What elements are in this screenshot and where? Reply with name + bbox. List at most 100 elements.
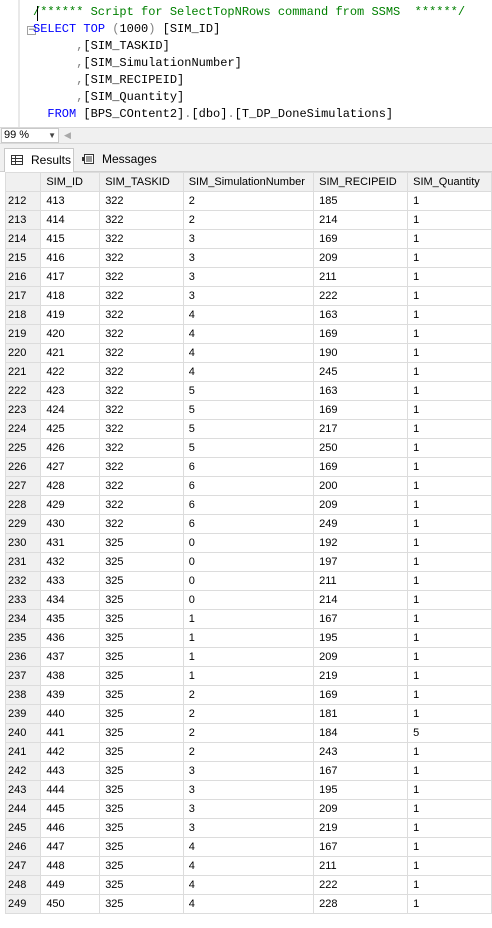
cell-sim-id[interactable]: 432 — [40, 552, 101, 572]
row-number[interactable]: 222 — [4, 381, 42, 401]
row-number[interactable]: 242 — [4, 761, 42, 781]
cell-sim-id[interactable]: 426 — [40, 438, 101, 458]
cell-sim-id[interactable]: 450 — [40, 894, 101, 914]
cell-sim-simulationnumber[interactable]: 5 — [182, 381, 315, 401]
cell-sim-simulationnumber[interactable]: 2 — [182, 685, 315, 705]
cell-sim-recipeid[interactable]: 211 — [313, 571, 409, 591]
cell-sim-simulationnumber[interactable]: 1 — [182, 609, 315, 629]
row-number[interactable]: 244 — [4, 799, 42, 819]
row-number[interactable]: 235 — [4, 628, 42, 648]
cell-sim-recipeid[interactable]: 185 — [313, 191, 409, 211]
cell-sim-quantity[interactable]: 1 — [407, 552, 492, 572]
cell-sim-taskid[interactable]: 322 — [99, 343, 184, 363]
cell-sim-id[interactable]: 435 — [40, 609, 101, 629]
cell-sim-simulationnumber[interactable]: 4 — [182, 875, 315, 895]
cell-sim-quantity[interactable]: 1 — [407, 362, 492, 382]
cell-sim-quantity[interactable]: 1 — [407, 438, 492, 458]
cell-sim-taskid[interactable]: 322 — [99, 286, 184, 306]
cell-sim-taskid[interactable]: 325 — [99, 723, 184, 743]
cell-sim-taskid[interactable]: 322 — [99, 495, 184, 515]
cell-sim-taskid[interactable]: 325 — [99, 647, 184, 667]
cell-sim-taskid[interactable]: 322 — [99, 324, 184, 344]
table-row[interactable]: 217 418 322 3 222 1 — [4, 286, 492, 306]
cell-sim-taskid[interactable]: 322 — [99, 210, 184, 230]
cell-sim-id[interactable]: 449 — [40, 875, 101, 895]
cell-sim-taskid[interactable]: 322 — [99, 514, 184, 534]
cell-sim-quantity[interactable]: 1 — [407, 381, 492, 401]
cell-sim-simulationnumber[interactable]: 6 — [182, 476, 315, 496]
row-number[interactable]: 227 — [4, 476, 42, 496]
cell-sim-id[interactable]: 437 — [40, 647, 101, 667]
row-number[interactable]: 249 — [4, 894, 42, 914]
cell-sim-simulationnumber[interactable]: 3 — [182, 267, 315, 287]
row-number[interactable]: 231 — [4, 552, 42, 572]
cell-sim-taskid[interactable]: 322 — [99, 400, 184, 420]
cell-sim-quantity[interactable]: 1 — [407, 628, 492, 648]
cell-sim-taskid[interactable]: 325 — [99, 837, 184, 857]
cell-sim-recipeid[interactable]: 245 — [313, 362, 409, 382]
cell-sim-simulationnumber[interactable]: 5 — [182, 419, 315, 439]
row-number[interactable]: 245 — [4, 818, 42, 838]
cell-sim-simulationnumber[interactable]: 5 — [182, 400, 315, 420]
cell-sim-recipeid[interactable]: 167 — [313, 837, 409, 857]
cell-sim-simulationnumber[interactable]: 2 — [182, 191, 315, 211]
cell-sim-recipeid[interactable]: 167 — [313, 761, 409, 781]
cell-sim-taskid[interactable]: 322 — [99, 191, 184, 211]
row-number[interactable]: 219 — [4, 324, 42, 344]
cell-sim-id[interactable]: 439 — [40, 685, 101, 705]
cell-sim-taskid[interactable]: 322 — [99, 381, 184, 401]
cell-sim-recipeid[interactable]: 169 — [313, 400, 409, 420]
cell-sim-simulationnumber[interactable]: 4 — [182, 324, 315, 344]
table-row[interactable]: 224 425 322 5 217 1 — [4, 419, 492, 439]
cell-sim-taskid[interactable]: 322 — [99, 267, 184, 287]
row-number[interactable]: 230 — [4, 533, 42, 553]
table-row[interactable]: 244 445 325 3 209 1 — [4, 799, 492, 819]
row-number[interactable]: 218 — [4, 305, 42, 325]
table-row[interactable]: 235 436 325 1 195 1 — [4, 628, 492, 648]
cell-sim-simulationnumber[interactable]: 1 — [182, 628, 315, 648]
cell-sim-simulationnumber[interactable]: 3 — [182, 248, 315, 268]
cell-sim-simulationnumber[interactable]: 4 — [182, 894, 315, 914]
row-number[interactable]: 241 — [4, 742, 42, 762]
cell-sim-taskid[interactable]: 325 — [99, 780, 184, 800]
cell-sim-taskid[interactable]: 325 — [99, 761, 184, 781]
cell-sim-id[interactable]: 422 — [40, 362, 101, 382]
cell-sim-taskid[interactable]: 322 — [99, 438, 184, 458]
cell-sim-simulationnumber[interactable]: 6 — [182, 457, 315, 477]
cell-sim-recipeid[interactable]: 214 — [313, 590, 409, 610]
cell-sim-recipeid[interactable]: 211 — [313, 856, 409, 876]
cell-sim-quantity[interactable]: 1 — [407, 191, 492, 211]
cell-sim-recipeid[interactable]: 195 — [313, 780, 409, 800]
cell-sim-taskid[interactable]: 325 — [99, 628, 184, 648]
cell-sim-simulationnumber[interactable]: 2 — [182, 723, 315, 743]
cell-sim-recipeid[interactable]: 184 — [313, 723, 409, 743]
column-header[interactable]: SIM_RECIPEID — [313, 172, 409, 192]
cell-sim-recipeid[interactable]: 190 — [313, 343, 409, 363]
cell-sim-recipeid[interactable]: 222 — [313, 286, 409, 306]
cell-sim-recipeid[interactable]: 250 — [313, 438, 409, 458]
row-number[interactable]: 216 — [4, 267, 42, 287]
cell-sim-taskid[interactable]: 325 — [99, 704, 184, 724]
table-row[interactable]: 221 422 322 4 245 1 — [4, 362, 492, 382]
cell-sim-taskid[interactable]: 322 — [99, 305, 184, 325]
table-row[interactable]: 229 430 322 6 249 1 — [4, 514, 492, 534]
row-number[interactable]: 232 — [4, 571, 42, 591]
cell-sim-taskid[interactable]: 325 — [99, 799, 184, 819]
cell-sim-quantity[interactable]: 1 — [407, 799, 492, 819]
cell-sim-simulationnumber[interactable]: 1 — [182, 666, 315, 686]
cell-sim-quantity[interactable]: 1 — [407, 457, 492, 477]
cell-sim-id[interactable]: 425 — [40, 419, 101, 439]
table-row[interactable]: 219 420 322 4 169 1 — [4, 324, 492, 344]
table-row[interactable]: 213 414 322 2 214 1 — [4, 210, 492, 230]
row-number[interactable]: 220 — [4, 343, 42, 363]
cell-sim-simulationnumber[interactable]: 3 — [182, 818, 315, 838]
cell-sim-quantity[interactable]: 1 — [407, 609, 492, 629]
cell-sim-quantity[interactable]: 1 — [407, 210, 492, 230]
cell-sim-quantity[interactable]: 1 — [407, 495, 492, 515]
row-number[interactable]: 248 — [4, 875, 42, 895]
row-number[interactable]: 213 — [4, 210, 42, 230]
table-row[interactable]: 225 426 322 5 250 1 — [4, 438, 492, 458]
row-number[interactable]: 225 — [4, 438, 42, 458]
table-row[interactable]: 215 416 322 3 209 1 — [4, 248, 492, 268]
cell-sim-quantity[interactable]: 1 — [407, 647, 492, 667]
